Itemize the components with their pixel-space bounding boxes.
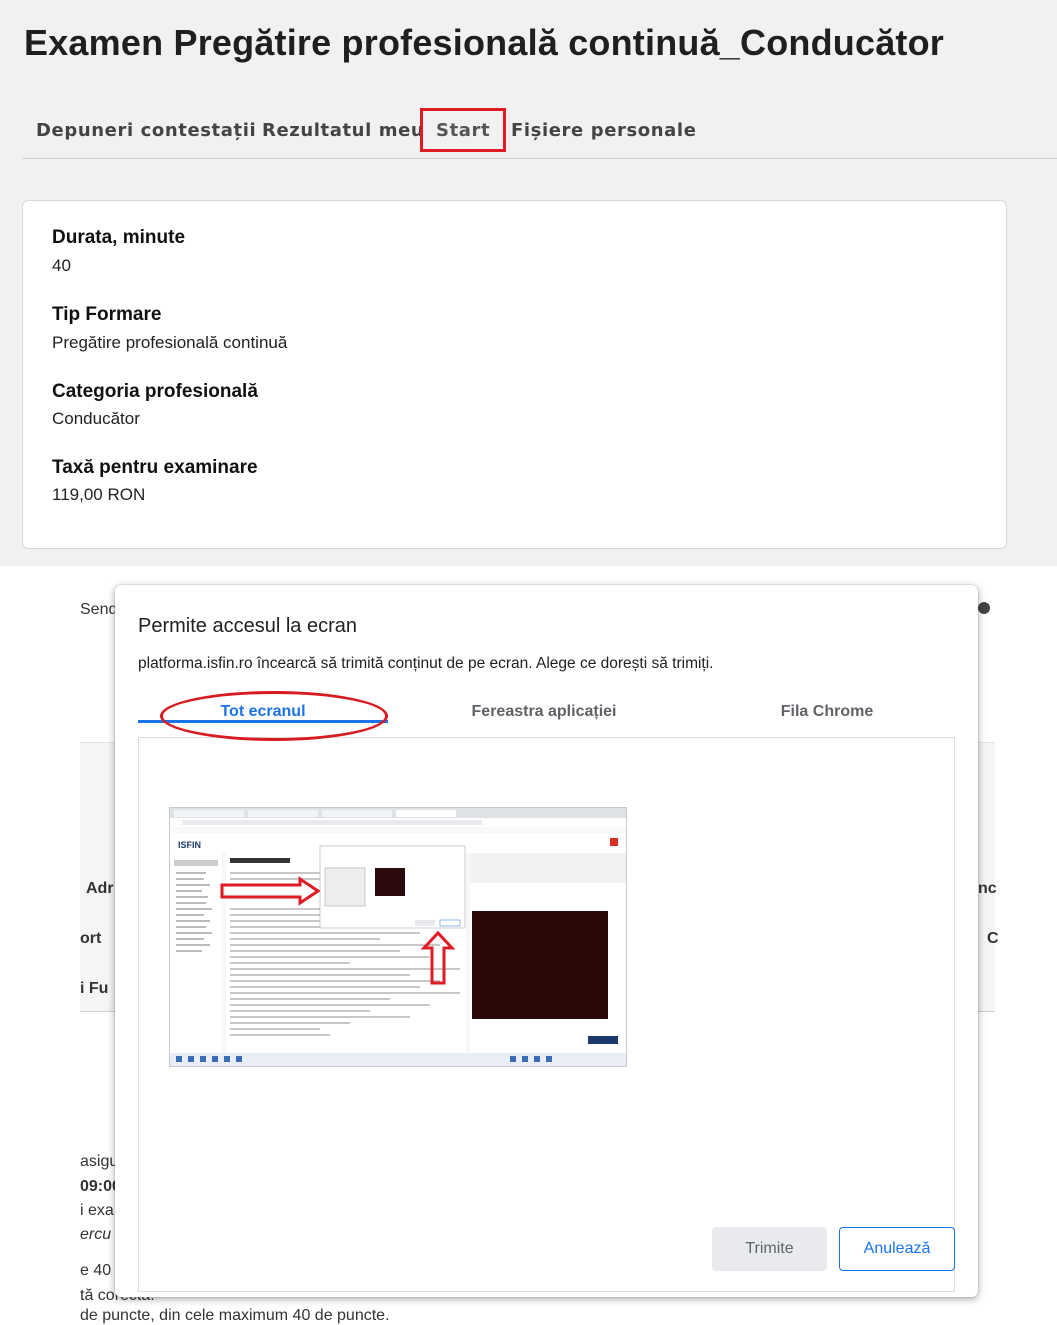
bg-bottom-line: de puncte, din cele maximum 40 de puncte…	[80, 1307, 390, 1324]
source-panel: ISFIN	[138, 737, 955, 1292]
tab-fisiere-personale[interactable]: Fișiere personale	[511, 120, 697, 141]
cancel-button[interactable]: Anulează	[839, 1227, 955, 1271]
bg-fragment: i exa	[80, 1202, 114, 1219]
page-tabs: Depuneri contestații Rezultatul meu Star…	[22, 108, 1057, 159]
exam-fee-value: 119,00 RON	[52, 485, 146, 504]
screen-preview-graphic: ISFIN	[170, 808, 626, 1066]
bg-fragment: e 40	[80, 1262, 112, 1279]
share-screen-dialog: Permite accesul la ecran platforma.isfin…	[115, 585, 978, 1297]
bg-fragment: i Fu	[80, 980, 109, 997]
entire-screen-thumbnail[interactable]: ISFIN	[169, 807, 627, 1067]
dialog-tabs: Tot ecranul Fereastra aplicației Fila Ch…	[138, 691, 955, 741]
tab-rezultatul-meu[interactable]: Rezultatul meu	[262, 120, 424, 141]
professional-category-value: Conducător	[52, 409, 140, 428]
send-button[interactable]: Trimite	[712, 1227, 827, 1271]
bg-fragment: ercu	[80, 1226, 112, 1243]
professional-category-label: Categoria profesională	[52, 381, 258, 402]
bg-fragment: asigu	[80, 1153, 119, 1170]
bg-send-fragment: Send	[80, 601, 118, 618]
bg-fragment: ort	[80, 930, 102, 947]
bg-fragment: C	[987, 930, 999, 947]
thumb-brand: ISFIN	[178, 840, 201, 850]
duration-value: 40	[52, 256, 71, 275]
annotation-ellipse	[160, 691, 388, 741]
dialog-description: platforma.isfin.ro încearcă să trimită c…	[138, 655, 714, 672]
exam-details-card: Durata, minute 40 Tip Formare Pregătire …	[22, 200, 1007, 549]
bg-fragment: nc	[978, 880, 997, 897]
tab-depuneri-contestatii[interactable]: Depuneri contestații	[36, 120, 256, 141]
exam-fee-label: Taxă pentru examinare	[52, 457, 258, 478]
training-type-label: Tip Formare	[52, 304, 162, 325]
bg-fragment: Adr	[86, 880, 114, 897]
tab-start[interactable]: Start	[436, 120, 490, 141]
profile-icon	[978, 602, 990, 614]
training-type-value: Pregătire profesională continuă	[52, 333, 288, 352]
page-title: Examen Pregătire profesională continuă_C…	[24, 22, 945, 63]
tab-fila-chrome[interactable]: Fila Chrome	[702, 703, 952, 721]
duration-label: Durata, minute	[52, 227, 186, 248]
tab-fereastra-aplicatiei[interactable]: Fereastra aplicației	[419, 703, 669, 721]
dialog-title: Permite accesul la ecran	[138, 615, 357, 637]
